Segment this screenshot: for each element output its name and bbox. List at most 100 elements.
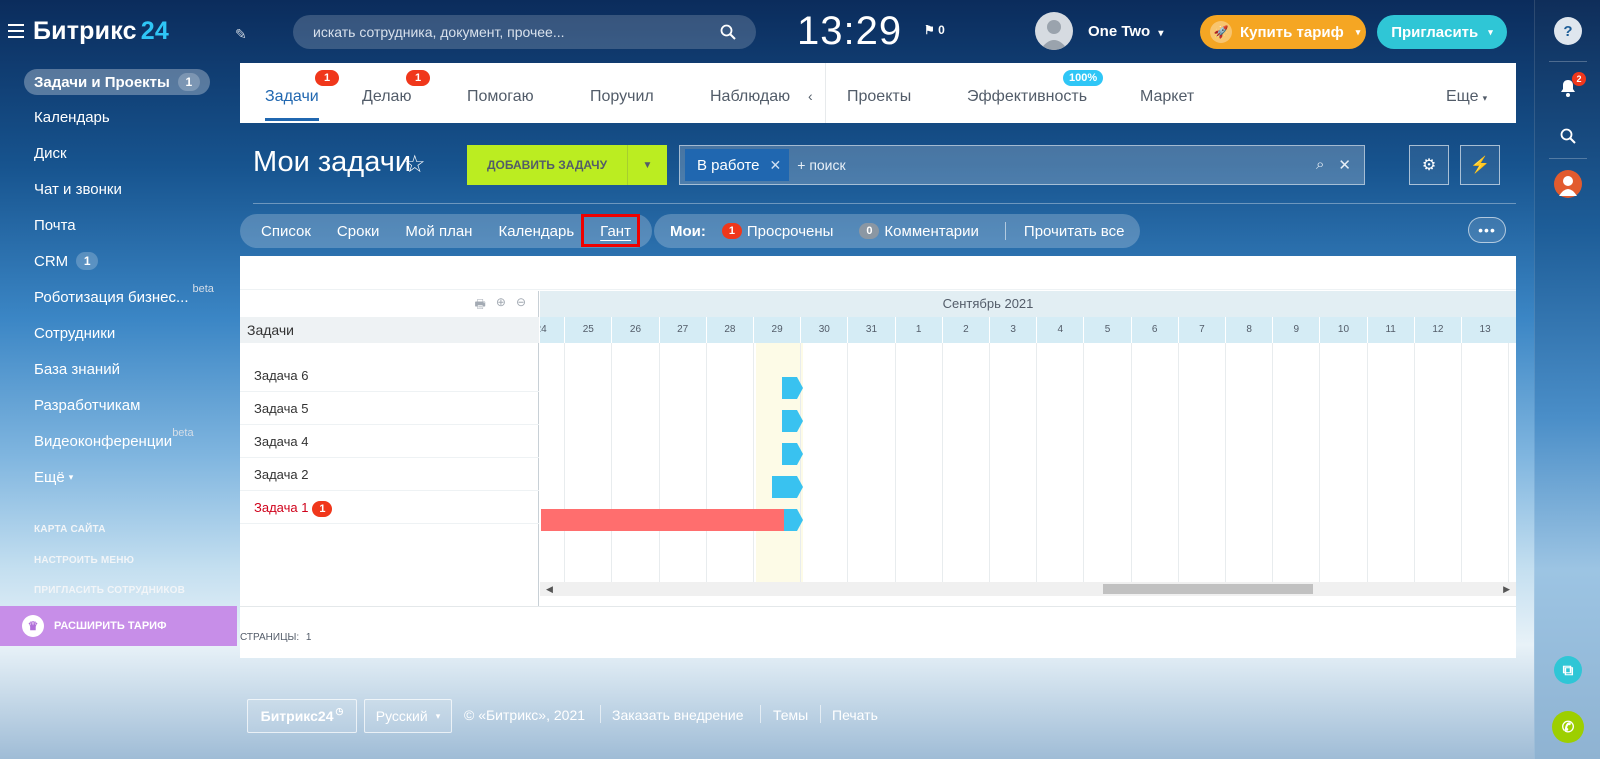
tab-tasks[interactable]: Задачи 1 (265, 70, 339, 121)
pencil-icon[interactable]: ✎ (235, 26, 249, 42)
work-day-flag[interactable]: ⚑ 0 (924, 23, 945, 37)
sidebar-item-automation[interactable]: Роботизация бизнес... beta (24, 283, 224, 310)
brand-logo[interactable]: Битрикс 24 (33, 17, 169, 46)
sidebar-item-crm[interactable]: CRM 1 (24, 248, 108, 274)
divider (1549, 158, 1587, 159)
grid-line (611, 343, 613, 582)
gantt-task-row-overdue[interactable]: Задача 11 (240, 491, 539, 524)
tab-label: Еще (1446, 88, 1479, 105)
invite-employees-link[interactable]: ПРИГЛАСИТЬ СОТРУДНИКОВ (34, 585, 185, 596)
settings-button[interactable]: ⚙ (1409, 145, 1449, 185)
sidebar-item-tasks[interactable]: Задачи и Проекты 1 (24, 69, 210, 95)
gantt-task-row[interactable]: Задача 4 (240, 425, 539, 458)
language-select[interactable]: Русский ▾ (364, 699, 452, 733)
contact-avatar[interactable] (1554, 170, 1582, 198)
view-deadlines[interactable]: Сроки (324, 223, 392, 240)
add-task-button[interactable]: ДОБАВИТЬ ЗАДАЧУ ▼ (467, 145, 667, 185)
star-icon[interactable]: ☆ (404, 150, 426, 179)
view-list[interactable]: Список (248, 223, 324, 240)
day-cell: 2 (941, 317, 989, 343)
sidebar-item-calendar[interactable]: Календарь (24, 104, 120, 130)
user-avatar[interactable] (1035, 12, 1073, 50)
desktop-app-icon[interactable]: ⧉ (1554, 656, 1582, 684)
clock[interactable]: 13:29 (797, 9, 902, 54)
bell-icon[interactable]: 2 (1554, 72, 1586, 102)
global-search[interactable] (293, 15, 756, 49)
sidebar-item-label: CRM (34, 252, 69, 270)
zoom-in-icon[interactable]: ⊕ (496, 295, 506, 316)
close-icon[interactable]: ✕ (770, 157, 782, 174)
order-implementation-link[interactable]: Заказать внедрение (612, 707, 744, 723)
more-options-button[interactable]: ••• (1468, 217, 1506, 243)
filter-search-input[interactable] (797, 157, 1317, 173)
gantt-task-row[interactable]: Задача 5 (240, 392, 539, 425)
view-calendar[interactable]: Календарь (485, 223, 587, 240)
tab-helping[interactable]: Помогаю (467, 88, 534, 106)
help-icon[interactable]: ? (1554, 17, 1582, 45)
tab-more[interactable]: Еще ▾ (1446, 88, 1487, 106)
tab-market[interactable]: Маркет (1140, 88, 1194, 106)
gantt-task-row[interactable]: Задача 6 (240, 359, 539, 392)
day-cell: 8 (1225, 317, 1272, 343)
pages-value[interactable]: 1 (306, 632, 312, 643)
gantt-task-row[interactable]: Задача 2 (240, 458, 539, 491)
robots-button[interactable]: ⚡ (1460, 145, 1500, 185)
sidebar-item-more[interactable]: Ещё ▾ (24, 464, 83, 490)
tab-watching[interactable]: Наблюдаю (710, 88, 790, 106)
chevron-down-icon[interactable]: ▼ (627, 145, 667, 185)
task-filter[interactable]: В работе ✕ ⌕ ✕ (679, 145, 1365, 185)
print-icon[interactable]: 🖶 (475, 295, 486, 316)
upgrade-plan-button[interactable]: ♛ РАСШИРИТЬ ТАРИФ (0, 606, 237, 646)
chevron-down-icon: ▾ (68, 471, 74, 482)
search-icon[interactable] (720, 24, 736, 40)
buy-plan-button[interactable]: 🚀 Купить тариф ▾ (1200, 15, 1366, 49)
task-name: Задача 4 (254, 434, 309, 449)
overdue-filter[interactable]: 1 Просрочены (721, 223, 833, 240)
close-icon[interactable]: ✕ (1338, 156, 1351, 174)
page-title: Мои задачи (253, 146, 412, 178)
invite-button[interactable]: Пригласить ▾ (1377, 15, 1507, 49)
sidebar-item-developers[interactable]: Разработчикам (24, 392, 150, 418)
themes-link[interactable]: Темы (773, 707, 808, 723)
view-my-plan[interactable]: Мой план (392, 223, 485, 240)
tab-doing[interactable]: Делаю 1 (362, 70, 430, 106)
tab-efficiency[interactable]: Эффективность 100% (967, 70, 1104, 106)
horizontal-scrollbar[interactable]: ◀ ▶ (540, 582, 1516, 596)
day-cell: 12 (1413, 317, 1461, 343)
scroll-right-icon[interactable]: ▶ (1503, 582, 1510, 596)
filter-chip[interactable]: В работе ✕ (685, 149, 790, 181)
view-gantt[interactable]: Гант (587, 223, 644, 240)
menu-hamburger-icon[interactable] (8, 24, 24, 38)
gear-icon: ⚙ (1421, 157, 1437, 174)
read-all-link[interactable]: Прочитать все (1024, 223, 1125, 240)
comments-filter[interactable]: 0 Комментарии (859, 223, 979, 240)
search-icon[interactable]: ⌕ (1316, 156, 1324, 174)
configure-menu-link[interactable]: НАСТРОИТЬ МЕНЮ (34, 555, 134, 566)
sidebar-item-label: База знаний (34, 360, 120, 378)
print-link[interactable]: Печать (832, 707, 878, 723)
zoom-out-icon[interactable]: ⊖ (516, 295, 526, 316)
user-menu[interactable]: One Two ▾ (1088, 23, 1163, 40)
sidebar-item-knowledge[interactable]: База знаний (24, 356, 130, 382)
sidebar-item-disk[interactable]: Диск (24, 140, 77, 166)
scroll-thumb[interactable] (1103, 584, 1313, 594)
sidebar-item-video[interactable]: Видеоконференции beta (24, 427, 204, 454)
search-icon[interactable] (1554, 122, 1582, 150)
sitemap-link[interactable]: КАРТА САЙТА (34, 524, 106, 535)
tab-assigned[interactable]: Поручил (590, 88, 654, 106)
footer-logo[interactable]: Битрикс24 ◷ (247, 699, 357, 733)
task-badge: 1 (312, 501, 333, 517)
tab-projects[interactable]: Проекты (847, 88, 911, 106)
sidebar-item-employees[interactable]: Сотрудники (24, 320, 125, 346)
gantt-bar-task-2[interactable] (772, 476, 803, 498)
tab-badge: 1 (406, 70, 430, 86)
scroll-left-icon[interactable]: ◀ (546, 582, 553, 596)
left-sidebar: Битрикс 24 ✎ Задачи и Проекты 1 Календарь … (0, 0, 247, 759)
search-input[interactable] (313, 24, 720, 40)
sidebar-item-mail[interactable]: Почта (24, 212, 86, 238)
tab-label: Проекты (847, 88, 912, 105)
sidebar-item-chat[interactable]: Чат и звонки (24, 176, 132, 202)
phone-icon[interactable]: ✆ (1552, 711, 1584, 743)
gantt-bar-task-1-overdue[interactable] (541, 509, 784, 531)
chevron-left-icon[interactable]: ‹ (808, 88, 813, 104)
